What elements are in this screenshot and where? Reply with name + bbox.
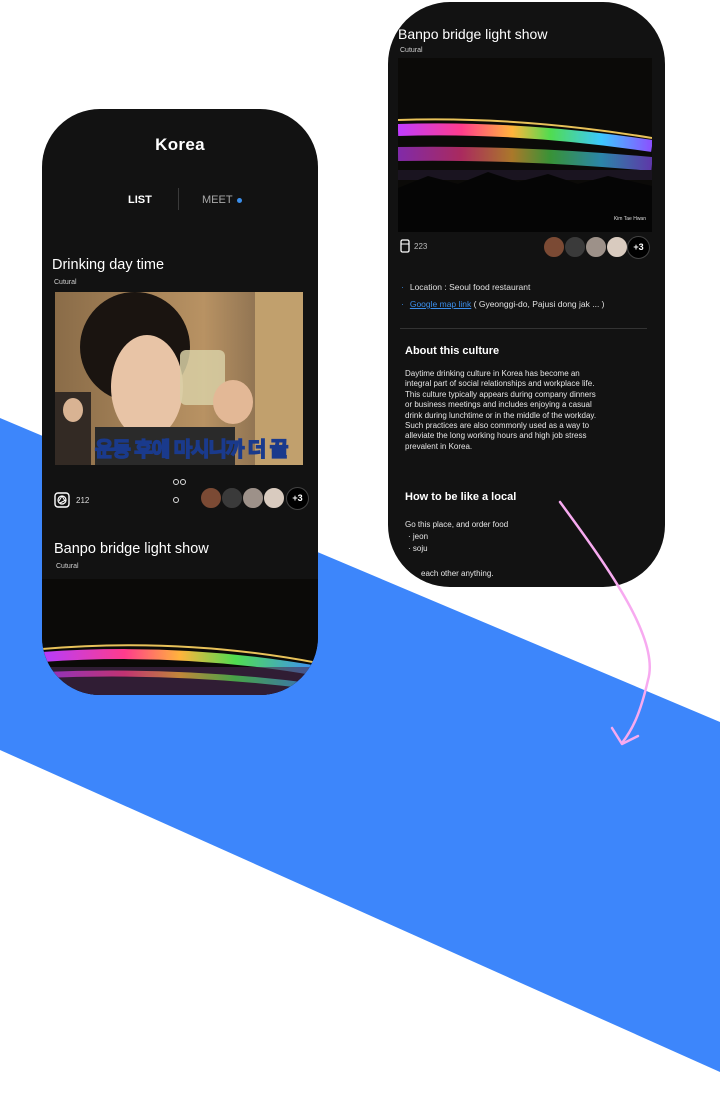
about-line: prevalent in Korea.: [405, 441, 473, 451]
tab-bar: LIST MEET: [42, 188, 318, 211]
card-category: Cutural: [54, 279, 77, 286]
avatar: [263, 487, 285, 509]
howto-item: · jeon: [408, 532, 429, 541]
member-avatars[interactable]: +3: [200, 487, 312, 510]
detail-title: Banpo bridge light show: [398, 26, 548, 42]
howto-heading: How to be like a local: [405, 491, 517, 503]
tab-list[interactable]: LIST: [128, 194, 152, 206]
avatar: [242, 487, 264, 509]
howto-item: · soju: [408, 544, 428, 553]
card-title[interactable]: Banpo bridge light show: [54, 541, 209, 557]
image-watermark: Kim Tae Hwan: [613, 216, 646, 222]
avatar: [564, 236, 586, 258]
about-line: Daytime drinking culture in Korea has be…: [405, 369, 580, 378]
bridge-photo: [398, 58, 652, 232]
howto-intro: Go this place, and order food: [405, 520, 509, 529]
about-line: integral part of social relationships an…: [405, 379, 595, 389]
avatar: [543, 236, 565, 258]
map-item: · Google map link ( Gyeonggi-do, Pajusi d…: [401, 299, 605, 309]
location-text: Location : Seoul food restaurant: [409, 282, 531, 292]
card-category: Cutural: [56, 563, 79, 570]
shutter-icon: [54, 492, 70, 513]
avatar: [606, 236, 628, 258]
video-caption: 운동 후에 마시니까 더 꿀: [94, 438, 289, 462]
detail-image[interactable]: Kim Tae Hwan: [398, 58, 652, 232]
page-title: Korea: [155, 135, 205, 154]
about-line: Such practices are also commonly used as…: [405, 421, 590, 431]
map-address: ( Gyeonggi-do, Pajusi dong jak ... ): [473, 299, 605, 309]
about-line: drink during lunchtime or in the middle …: [405, 410, 597, 420]
member-avatars[interactable]: +3: [543, 236, 653, 259]
about-text: Daytime drinking culture in Korea has be…: [405, 369, 649, 452]
avatar: [200, 487, 222, 509]
bookmark-icon: [400, 239, 410, 258]
flow-arrow-icon: [558, 500, 651, 746]
about-line: or business meetings and includes enjoyi…: [405, 400, 592, 410]
tab-divider: [178, 188, 179, 210]
avatar: [585, 236, 607, 258]
more-members-badge: +3: [627, 236, 650, 259]
avatar: [221, 487, 243, 509]
notification-dot: [237, 198, 242, 203]
divider: [400, 328, 647, 329]
detail-category: Cutural: [400, 47, 423, 54]
about-line: alleviate the long working hours and hig…: [405, 431, 587, 441]
howto-last: each other anything.: [421, 569, 494, 578]
bookmark-count: 223: [414, 242, 428, 251]
about-heading: About this culture: [405, 345, 500, 357]
card-title[interactable]: Drinking day time: [52, 257, 164, 273]
card-image[interactable]: 운동 후에 마시니까 더 꿀: [55, 292, 303, 465]
card-image[interactable]: [42, 579, 318, 695]
google-map-link[interactable]: Google map link: [410, 299, 471, 309]
tab-meet[interactable]: MEET: [202, 194, 233, 206]
list-screen: Korea LIST MEET Drinking day time Cutura…: [42, 109, 318, 695]
like-count: 212: [76, 496, 90, 505]
location-item: · Location : Seoul food restaurant: [401, 282, 531, 292]
pager-dots: [173, 472, 193, 503]
more-members-badge: +3: [286, 487, 309, 510]
about-line: This culture typically appears during co…: [405, 389, 596, 399]
bridge-photo: [42, 579, 318, 695]
